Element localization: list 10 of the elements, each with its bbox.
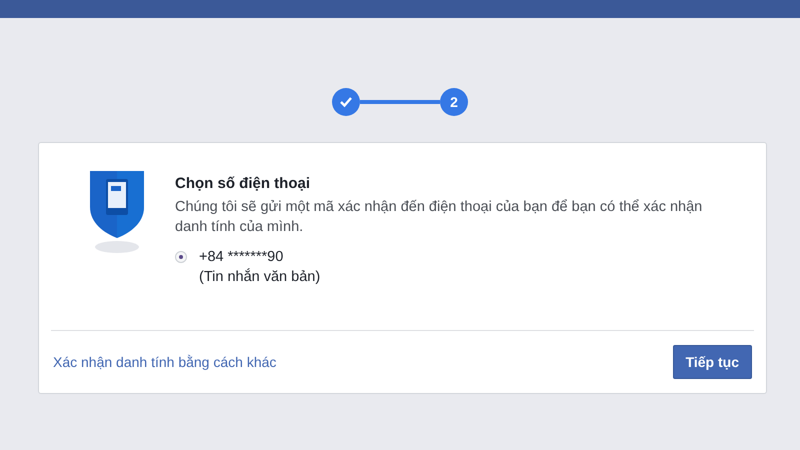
radio-button[interactable] (175, 251, 187, 263)
continue-button[interactable]: Tiếp tục (672, 345, 752, 379)
dialog-title: Chọn số điện thoại (175, 175, 311, 192)
alternative-link[interactable]: Xác nhận danh tính bằng cách khác (53, 354, 276, 370)
check-icon (339, 96, 353, 108)
phone-number: +84 *******90 (199, 248, 284, 267)
description: Chúng tôi sẽ gửi một mã xác nhận đến điện thoại của bạn để bạn có thể xác nhận danh tính của mình. (175, 198, 704, 237)
method-note: (Tin nhắn văn bản) (199, 267, 320, 287)
step-number: 2 (440, 88, 468, 116)
shield-phone-icon (87, 169, 147, 255)
